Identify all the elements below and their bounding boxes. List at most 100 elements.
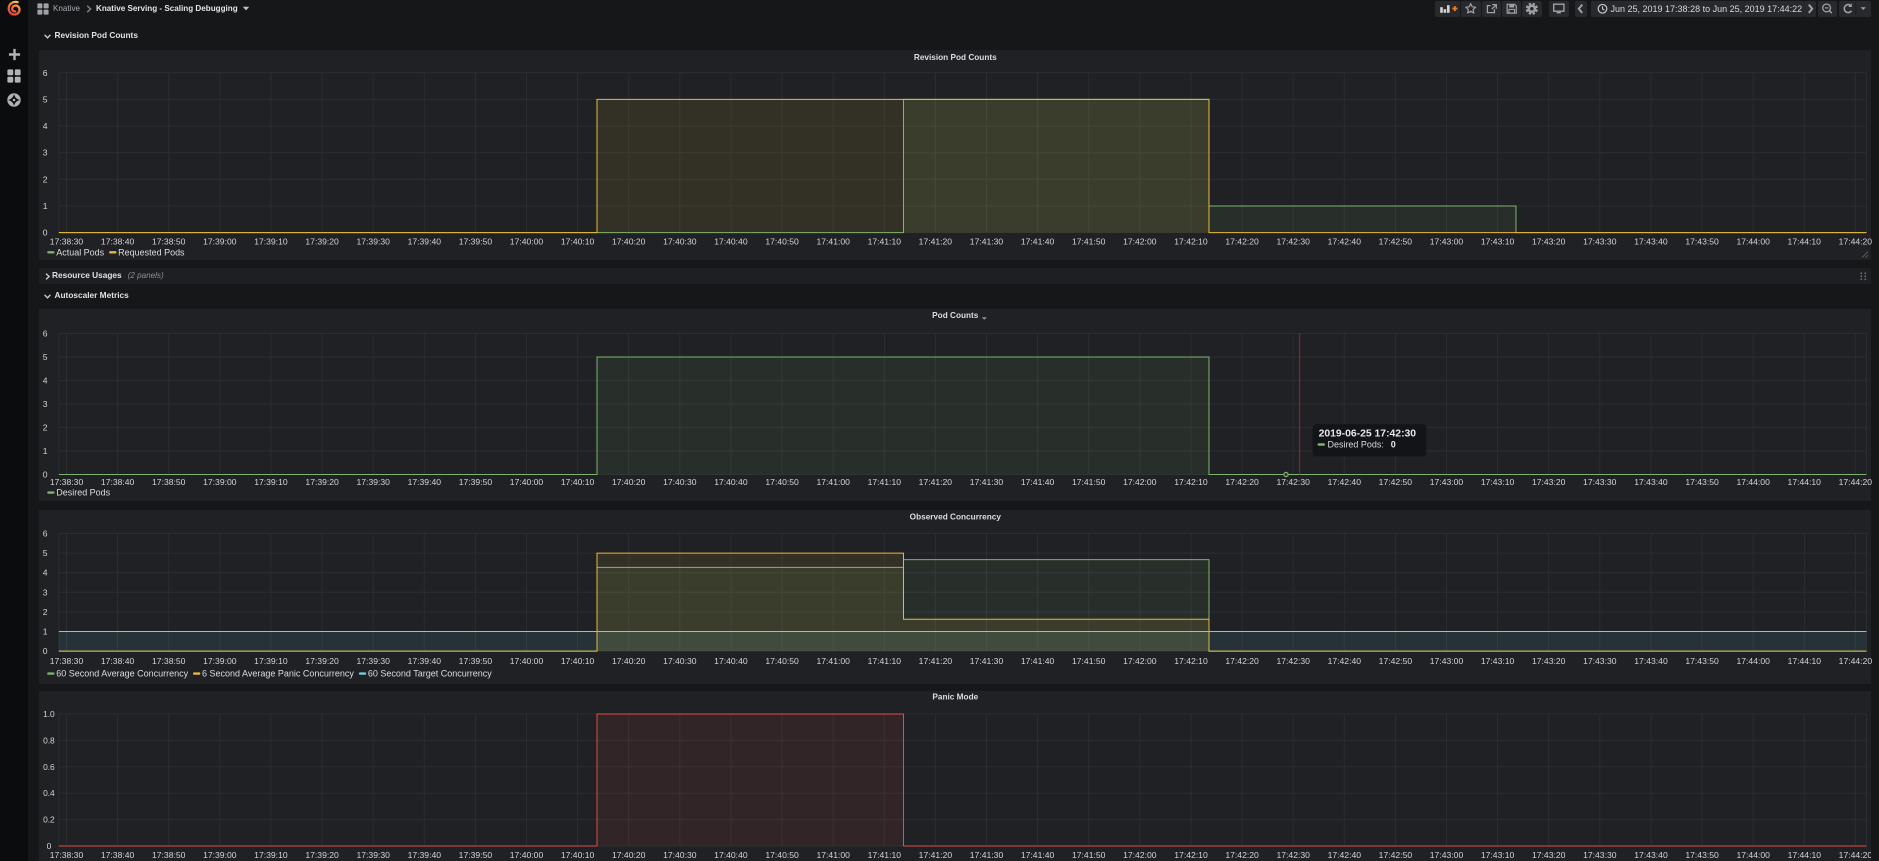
svg-text:17:39:50: 17:39:50 <box>459 656 493 666</box>
svg-text:17:41:20: 17:41:20 <box>919 850 953 860</box>
svg-text:17:38:50: 17:38:50 <box>152 850 186 860</box>
svg-text:17:41:30: 17:41:30 <box>970 850 1004 860</box>
svg-text:17:43:50: 17:43:50 <box>1685 477 1719 487</box>
svg-text:6: 6 <box>43 67 48 77</box>
svg-text:17:41:30: 17:41:30 <box>970 236 1004 246</box>
svg-text:17:43:20: 17:43:20 <box>1532 850 1566 860</box>
svg-text:17:39:20: 17:39:20 <box>305 850 339 860</box>
svg-text:17:41:20: 17:41:20 <box>919 477 953 487</box>
svg-text:17:43:30: 17:43:30 <box>1583 236 1617 246</box>
svg-text:2: 2 <box>43 174 48 184</box>
svg-text:17:39:20: 17:39:20 <box>305 236 339 246</box>
svg-text:5: 5 <box>43 94 48 104</box>
svg-text:17:42:20: 17:42:20 <box>1225 656 1259 666</box>
svg-text:17:40:20: 17:40:20 <box>612 656 646 666</box>
svg-text:17:41:40: 17:41:40 <box>1021 236 1055 246</box>
svg-text:17:40:40: 17:40:40 <box>714 477 748 487</box>
svg-text:17:41:10: 17:41:10 <box>868 850 902 860</box>
svg-text:17:39:50: 17:39:50 <box>459 850 493 860</box>
svg-text:17:40:40: 17:40:40 <box>714 236 748 246</box>
svg-text:17:44:10: 17:44:10 <box>1788 477 1822 487</box>
svg-text:17:40:00: 17:40:00 <box>510 656 544 666</box>
svg-text:17:42:30: 17:42:30 <box>1276 656 1310 666</box>
svg-text:0: 0 <box>43 469 48 479</box>
svg-text:17:44:20: 17:44:20 <box>1839 477 1873 487</box>
svg-text:17:43:40: 17:43:40 <box>1634 477 1668 487</box>
svg-text:17:43:30: 17:43:30 <box>1583 656 1617 666</box>
svg-text:17:43:10: 17:43:10 <box>1481 656 1515 666</box>
svg-text:3: 3 <box>43 147 48 157</box>
svg-text:17:42:00: 17:42:00 <box>1123 236 1157 246</box>
svg-text:Revision Pod Counts: Revision Pod Counts <box>914 52 997 61</box>
svg-text:17:43:40: 17:43:40 <box>1634 850 1668 860</box>
svg-text:4: 4 <box>43 121 48 131</box>
svg-text:17:38:40: 17:38:40 <box>101 656 135 666</box>
svg-text:17:39:00: 17:39:00 <box>203 236 237 246</box>
svg-text:17:40:50: 17:40:50 <box>765 656 799 666</box>
svg-text:17:39:50: 17:39:50 <box>459 236 493 246</box>
svg-text:17:44:00: 17:44:00 <box>1736 656 1770 666</box>
svg-text:0.4: 0.4 <box>43 788 55 798</box>
svg-text:6 Second Average Panic Concurr: 6 Second Average Panic Concurrency <box>202 669 354 679</box>
svg-text:0.6: 0.6 <box>43 761 55 771</box>
svg-text:4: 4 <box>43 375 48 385</box>
svg-text:17:42:00: 17:42:00 <box>1123 477 1157 487</box>
svg-text:17:42:40: 17:42:40 <box>1328 236 1362 246</box>
svg-text:17:39:30: 17:39:30 <box>356 656 390 666</box>
svg-text:17:40:00: 17:40:00 <box>510 477 544 487</box>
svg-text:2: 2 <box>43 422 48 432</box>
svg-text:17:41:50: 17:41:50 <box>1072 236 1106 246</box>
svg-text:17:38:50: 17:38:50 <box>152 656 186 666</box>
svg-text:17:38:40: 17:38:40 <box>101 850 135 860</box>
svg-text:2019-06-25 17:42:30: 2019-06-25 17:42:30 <box>1319 429 1417 440</box>
svg-text:17:42:10: 17:42:10 <box>1174 656 1208 666</box>
svg-text:17:40:20: 17:40:20 <box>612 477 646 487</box>
svg-text:17:39:30: 17:39:30 <box>357 477 391 487</box>
svg-text:17:41:30: 17:41:30 <box>970 477 1004 487</box>
svg-text:17:43:40: 17:43:40 <box>1634 236 1668 246</box>
svg-text:17:39:30: 17:39:30 <box>357 236 391 246</box>
svg-text:17:41:00: 17:41:00 <box>817 477 851 487</box>
svg-text:17:39:10: 17:39:10 <box>254 477 288 487</box>
svg-text:17:43:00: 17:43:00 <box>1430 477 1464 487</box>
svg-text:17:39:00: 17:39:00 <box>203 656 237 666</box>
svg-text:17:38:30: 17:38:30 <box>50 656 84 666</box>
svg-text:5: 5 <box>43 548 48 558</box>
svg-text:17:38:30: 17:38:30 <box>50 236 84 246</box>
svg-text:17:42:50: 17:42:50 <box>1379 850 1413 860</box>
svg-text:17:42:20: 17:42:20 <box>1225 477 1259 487</box>
svg-text:17:43:20: 17:43:20 <box>1532 656 1566 666</box>
svg-text:17:40:10: 17:40:10 <box>561 656 595 666</box>
svg-text:17:41:50: 17:41:50 <box>1072 477 1106 487</box>
svg-text:Pod Counts: Pod Counts <box>932 311 979 320</box>
svg-text:17:39:30: 17:39:30 <box>356 850 390 860</box>
svg-text:17:40:30: 17:40:30 <box>663 850 697 860</box>
svg-text:17:39:10: 17:39:10 <box>254 850 288 860</box>
svg-text:17:42:20: 17:42:20 <box>1225 850 1259 860</box>
svg-text:17:41:10: 17:41:10 <box>868 477 902 487</box>
svg-text:17:40:10: 17:40:10 <box>561 236 595 246</box>
svg-text:17:40:50: 17:40:50 <box>765 477 799 487</box>
svg-text:17:39:00: 17:39:00 <box>203 477 237 487</box>
svg-text:17:40:50: 17:40:50 <box>765 850 799 860</box>
svg-text:17:42:30: 17:42:30 <box>1276 236 1310 246</box>
svg-text:17:38:30: 17:38:30 <box>50 850 84 860</box>
svg-text:17:40:40: 17:40:40 <box>714 850 748 860</box>
svg-text:17:43:10: 17:43:10 <box>1481 236 1515 246</box>
svg-text:0.2: 0.2 <box>43 814 55 824</box>
svg-text:4: 4 <box>43 568 48 578</box>
svg-text:17:41:50: 17:41:50 <box>1072 850 1106 860</box>
svg-text:17:41:00: 17:41:00 <box>816 850 850 860</box>
svg-text:17:42:30: 17:42:30 <box>1276 850 1310 860</box>
svg-text:17:43:50: 17:43:50 <box>1685 656 1719 666</box>
svg-text:17:44:00: 17:44:00 <box>1736 850 1770 860</box>
svg-text:17:43:30: 17:43:30 <box>1583 477 1617 487</box>
svg-text:17:39:40: 17:39:40 <box>408 656 442 666</box>
svg-text:17:44:10: 17:44:10 <box>1788 850 1822 860</box>
svg-text:17:40:00: 17:40:00 <box>510 236 544 246</box>
svg-text:17:43:40: 17:43:40 <box>1634 656 1668 666</box>
svg-text:17:42:00: 17:42:00 <box>1123 850 1157 860</box>
svg-text:1: 1 <box>43 446 48 456</box>
svg-text:Desired Pods:: Desired Pods: <box>1327 440 1383 450</box>
svg-text:17:43:00: 17:43:00 <box>1430 236 1464 246</box>
